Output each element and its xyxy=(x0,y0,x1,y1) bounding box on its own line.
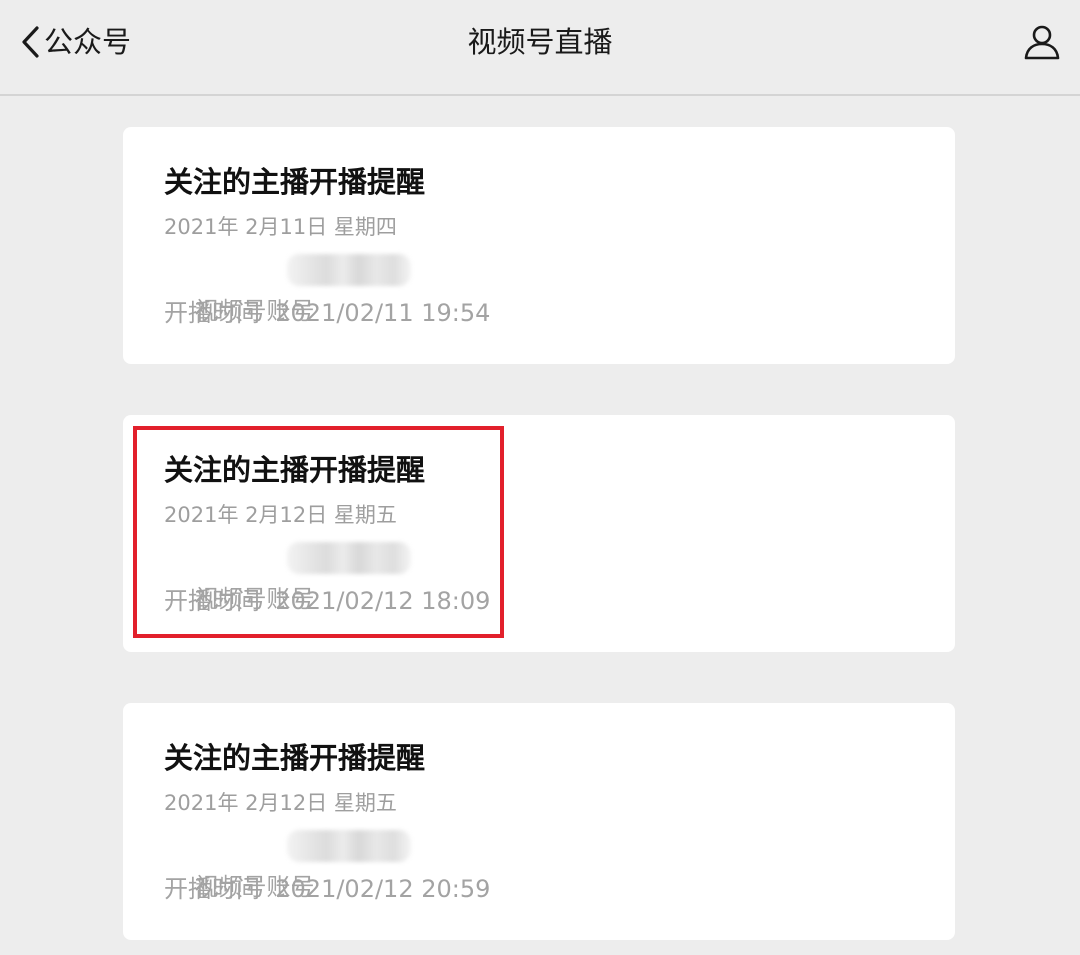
profile-button[interactable] xyxy=(1022,22,1062,62)
live-reminder-card[interactable]: 关注的主播开播提醒 2021年 2月12日 星期五 视频号账号 开播时间 202… xyxy=(123,415,955,652)
card-title: 关注的主播开播提醒 xyxy=(164,741,426,775)
time-label: 开播时间 xyxy=(164,875,260,903)
time-value: 2021/02/12 20:59 xyxy=(275,875,491,903)
page-title: 视频号直播 xyxy=(467,25,613,59)
live-reminder-card[interactable]: 关注的主播开播提醒 2021年 2月12日 星期五 视频号账号 开播时间 202… xyxy=(123,703,955,940)
top-navigation-bar: 公众号 视频号直播 xyxy=(0,0,1080,96)
time-row: 开播时间 2021/02/12 18:09 xyxy=(164,585,490,617)
card-date: 2021年 2月12日 星期五 xyxy=(164,503,397,527)
time-label: 开播时间 xyxy=(164,587,260,615)
live-reminder-card[interactable]: 关注的主播开播提醒 2021年 2月11日 星期四 视频号账号 开播时间 202… xyxy=(123,127,955,364)
blurred-account-name xyxy=(287,254,411,286)
time-row: 开播时间 2021/02/12 20:59 xyxy=(164,873,490,905)
card-date: 2021年 2月11日 星期四 xyxy=(164,215,397,239)
person-icon xyxy=(1024,25,1060,60)
time-row: 开播时间 2021/02/11 19:54 xyxy=(164,297,490,329)
card-title: 关注的主播开播提醒 xyxy=(164,453,426,487)
time-value: 2021/02/12 18:09 xyxy=(275,587,491,615)
time-value: 2021/02/11 19:54 xyxy=(275,299,491,327)
card-date: 2021年 2月12日 星期五 xyxy=(164,791,397,815)
blurred-account-name xyxy=(287,542,411,574)
blurred-account-name xyxy=(287,830,411,862)
time-label: 开播时间 xyxy=(164,299,260,327)
card-title: 关注的主播开播提醒 xyxy=(164,165,426,199)
